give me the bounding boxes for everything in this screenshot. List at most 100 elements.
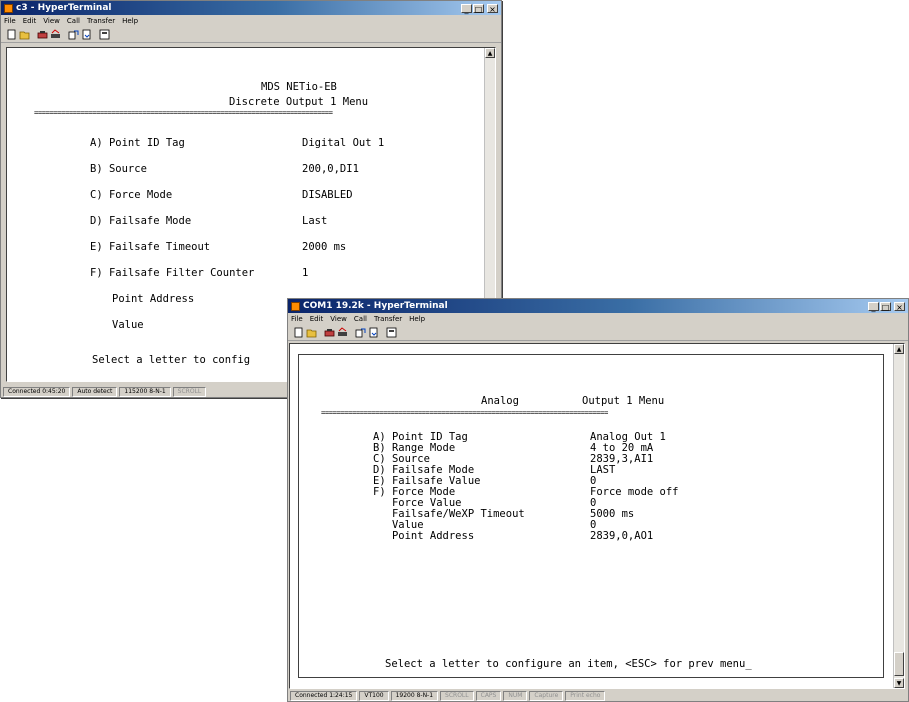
menu-transfer[interactable]: Transfer	[374, 315, 402, 323]
num-indicator: NUM	[503, 690, 528, 701]
hyperterminal-app-icon	[4, 3, 13, 13]
menu-item-value: Force mode off	[590, 486, 679, 498]
window-title: COM1 19.2k - HyperTerminal	[303, 301, 448, 311]
window-title: c3 - HyperTerminal	[16, 3, 112, 13]
new-connection-button[interactable]	[292, 326, 304, 338]
menu-item-value: 2000 ms	[302, 241, 347, 253]
menu-title: Discrete Output 1 Menu	[229, 96, 369, 108]
title-bar[interactable]: COM1 19.2k - HyperTerminal _ □ ×	[288, 299, 908, 313]
menu-title: Output 1 Menu	[582, 395, 665, 407]
phone-icon	[324, 328, 334, 336]
menu-item-key: Point Address	[112, 293, 195, 305]
menu-file[interactable]: File	[4, 17, 16, 25]
menu-item-key[interactable]: F) Failsafe Filter Counter	[90, 267, 254, 279]
new-connection-button[interactable]	[5, 28, 17, 40]
menu-view[interactable]: View	[330, 315, 347, 323]
hangup-icon	[337, 326, 347, 336]
menu-file[interactable]: File	[291, 315, 303, 323]
menu-item-value: 1	[302, 267, 309, 279]
status-bar: Connected 1:24:15 VT100 19200 8-N-1 SCRO…	[288, 690, 908, 701]
menu-help[interactable]: Help	[409, 315, 425, 323]
vertical-scrollbar[interactable]: ▲ ▼	[893, 344, 904, 688]
properties-button[interactable]	[98, 28, 110, 40]
menu-item-key[interactable]: A) Point ID Tag	[90, 137, 185, 149]
properties-button[interactable]	[385, 326, 397, 338]
properties-icon	[99, 29, 109, 39]
menu-item-value: 200,0,DI1	[302, 163, 359, 175]
receive-button[interactable]	[80, 28, 92, 40]
open-folder-icon	[306, 329, 316, 337]
scroll-indicator: SCROLL	[172, 386, 207, 397]
scroll-down-icon[interactable]: ▼	[894, 678, 904, 688]
hangup-icon	[50, 28, 60, 38]
port-settings: 19200 8-N-1	[390, 690, 439, 701]
close-button[interactable]: ×	[894, 301, 905, 312]
device-name: MDS NETio-EB	[261, 81, 337, 93]
close-button[interactable]: ×	[487, 3, 498, 14]
send-button[interactable]	[67, 28, 79, 40]
menu-transfer[interactable]: Transfer	[87, 17, 115, 25]
hyperterminal-app-icon	[291, 301, 300, 311]
menu-item-key: Point Address	[373, 530, 475, 542]
menu-item-key: Value	[112, 319, 144, 331]
menu-edit[interactable]: Edit	[310, 315, 324, 323]
disconnect-button[interactable]	[49, 28, 61, 40]
menu-item-value: 5000 ms	[590, 508, 635, 520]
prompt-text: Select a letter to configure an item, <E…	[385, 658, 752, 670]
receive-file-icon	[82, 29, 90, 39]
open-button[interactable]	[305, 326, 317, 338]
title-bar[interactable]: c3 - HyperTerminal _ □ ×	[1, 1, 501, 15]
separator-line: ========================================…	[34, 108, 333, 117]
scroll-up-icon[interactable]: ▲	[894, 344, 904, 354]
port-settings: 115200 8-N-1	[119, 386, 171, 397]
connect-button[interactable]	[36, 28, 48, 40]
print-echo-indicator: Print echo	[565, 690, 606, 701]
menu-view[interactable]: View	[43, 17, 60, 25]
scroll-indicator: SCROLL	[440, 690, 474, 701]
menu-item-key[interactable]: B) Source	[90, 163, 147, 175]
emulation: VT100	[359, 690, 389, 701]
send-file-icon	[355, 328, 365, 337]
receive-button[interactable]	[367, 326, 379, 338]
separator-line: ========================================…	[321, 408, 608, 417]
new-document-icon	[294, 327, 302, 337]
phone-icon	[37, 30, 47, 38]
menu-call[interactable]: Call	[354, 315, 367, 323]
menu-item-key[interactable]: D) Failsafe Mode	[90, 215, 191, 227]
menu-item-value: Last	[302, 215, 328, 227]
menu-item-value: 2839,0,AO1	[590, 530, 654, 542]
new-document-icon	[7, 29, 15, 39]
menu-title-word: Analog	[481, 395, 519, 407]
connect-button[interactable]	[323, 326, 335, 338]
open-folder-icon	[19, 31, 29, 39]
menu-item-value: DISABLED	[302, 189, 353, 201]
maximize-button[interactable]: □	[880, 301, 891, 312]
terminal-screen[interactable]: Analog Output 1 Menu ===================…	[298, 354, 884, 678]
receive-file-icon	[369, 327, 377, 337]
front-hyperterminal-window: COM1 19.2k - HyperTerminal _ □ × File Ed…	[287, 298, 909, 702]
emulation: Auto detect	[72, 386, 118, 397]
menu-bar: File Edit View Call Transfer Help	[1, 15, 501, 26]
maximize-button[interactable]: □	[473, 3, 484, 14]
menu-edit[interactable]: Edit	[23, 17, 37, 25]
scroll-thumb[interactable]	[894, 652, 904, 676]
capture-indicator: Capture	[529, 690, 564, 701]
toolbar	[288, 324, 908, 341]
send-button[interactable]	[354, 326, 366, 338]
menu-bar: File Edit View Call Transfer Help	[288, 313, 908, 324]
caps-indicator: CAPS	[475, 690, 502, 701]
minimize-button[interactable]: _	[461, 3, 472, 14]
connection-time: Connected 1:24:15	[290, 690, 358, 701]
disconnect-button[interactable]	[336, 326, 348, 338]
menu-item-key[interactable]: E) Failsafe Timeout	[90, 241, 210, 253]
menu-call[interactable]: Call	[67, 17, 80, 25]
menu-help[interactable]: Help	[122, 17, 138, 25]
terminal-area: Analog Output 1 Menu ===================…	[289, 343, 905, 689]
open-button[interactable]	[18, 28, 30, 40]
properties-icon	[386, 327, 396, 337]
minimize-button[interactable]: _	[868, 301, 879, 312]
connection-time: Connected 0:45:20	[3, 386, 71, 397]
menu-item-key[interactable]: C) Force Mode	[90, 189, 172, 201]
prompt-text: Select a letter to config	[92, 354, 251, 366]
scroll-up-icon[interactable]: ▲	[485, 48, 495, 58]
